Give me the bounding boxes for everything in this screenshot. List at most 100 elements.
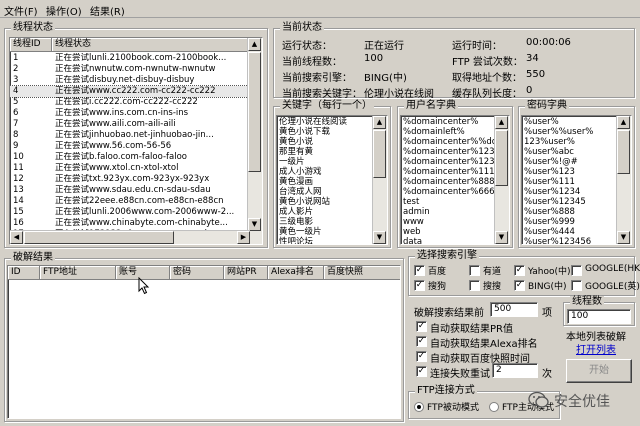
scroll-down-icon[interactable]: ▼ (495, 231, 508, 244)
thread-id-cell: 6 (13, 108, 19, 118)
engine-checkbox[interactable] (571, 265, 582, 276)
wechat-icon (528, 391, 549, 408)
thread-list-hscroll[interactable]: ◀ ▶ (10, 230, 250, 244)
engine-checkbox[interactable]: ✓ (514, 280, 525, 291)
thread-status-cell: 正在尝试lunli.2100book.com-2100book... (55, 53, 227, 63)
crack-results-group: 破解结果 ID FTP地址 账号 密码 网站PR Alexa排名 百度快照 (4, 252, 404, 422)
thread-row[interactable]: 10 正在尝试b.faloo.com-faloo-faloo (10, 152, 250, 163)
result-col-header[interactable]: 百度快照 (324, 266, 400, 280)
thread-row[interactable]: 16 正在尝试www.chinabyte.com-chinabyte... (10, 218, 250, 229)
passwords-vscroll[interactable]: ▲ ▼ (616, 116, 631, 244)
thread-row[interactable]: 1 正在尝试lunli.2100book.com-2100book... (10, 53, 250, 64)
scroll-left-icon[interactable]: ◀ (10, 231, 23, 244)
scroll-down-icon[interactable]: ▼ (617, 231, 630, 244)
usernames-group: 用户名字典 %domaincenter% %domainleft% %domainc… (397, 100, 513, 248)
thread-row[interactable]: 2 正在尝试nwnutw.com-nwnutw-nwnutw (10, 64, 250, 75)
thread-row[interactable]: 3 正在尝试disbuy.net-disbuy-disbuy (10, 75, 250, 86)
thread-list-vscroll[interactable]: ▲ ▼ (247, 38, 262, 244)
thread-row[interactable]: 11 正在尝试www.xtol.cn-xtol-xtol (10, 163, 250, 174)
opt-pr-checkbox[interactable]: ✓ (416, 321, 427, 332)
open-list-link[interactable]: 打开列表 (576, 341, 616, 356)
menu-file[interactable]: 文件(F) (4, 3, 38, 18)
crack-count-input[interactable]: 500 (490, 302, 538, 317)
opt-retry-label: 连接失败重试 (430, 369, 490, 380)
thread-row[interactable]: 7 正在尝试www.aili.com-aili-aili (10, 119, 250, 130)
start-button[interactable]: 开始 (566, 359, 632, 383)
ftp-tries-value: 34 (526, 53, 539, 64)
thread-status-title: 线程状态 (11, 22, 55, 34)
ftp-passive-radio[interactable] (414, 402, 424, 412)
retry-count-input[interactable]: 2 (492, 363, 538, 378)
scroll-right-icon[interactable]: ▶ (237, 231, 250, 244)
thread-id-cell: 16 (13, 218, 24, 228)
thread-status-cell: 正在尝试www.aili.com-aili-aili (55, 119, 176, 129)
thread-id-cell: 4 (13, 86, 19, 96)
scroll-thumb[interactable] (248, 52, 261, 172)
menu-operate[interactable]: 操作(O) (46, 3, 82, 18)
usernames-title: 用户名字典 (404, 100, 458, 112)
engine-checkbox[interactable]: ✓ (414, 280, 425, 291)
col-thread-status[interactable]: 线程状态 (52, 38, 250, 52)
engine-checkbox[interactable] (571, 280, 582, 291)
ftp-active-radio[interactable] (489, 402, 499, 412)
engine-value: BING(中) (364, 73, 407, 84)
thread-row[interactable]: 6 正在尝试www.ins.com.cn-ins-ins (10, 108, 250, 119)
thread-row[interactable]: 9 正在尝试www.56.com-56-56 (10, 141, 250, 152)
thread-row[interactable]: 13 正在尝试www.sdau.edu.cn-sdau-sdau (10, 185, 250, 196)
scroll-up-icon[interactable]: ▲ (495, 116, 508, 129)
thread-row[interactable]: 14 正在尝试22eee.e88cn.com-e88cn-e88cn (10, 196, 250, 207)
opt-alexa-label: 自动获取结果Alexa排名 (430, 339, 538, 350)
thread-row[interactable]: 12 正在尝试txt.923yx.com-923yx-923yx (10, 174, 250, 185)
thread-row[interactable]: 8 正在尝试jinhuobao.net-jinhuobao-jin... (10, 130, 250, 141)
usernames-vscroll[interactable]: ▲ ▼ (494, 116, 509, 244)
keywords-textarea[interactable]: 伦理小说在线阅读 黄色小说下载 黄色小说 那里有黄 一级片 成人小游戏 黄色漫画 台湾成人网黄… (276, 115, 388, 245)
opt-baidu-checkbox[interactable]: ✓ (416, 351, 427, 362)
opt-retry-checkbox[interactable]: ✓ (416, 366, 427, 377)
engine-label: 百度 (428, 267, 447, 277)
scroll-down-icon[interactable]: ▼ (373, 231, 386, 244)
thread-row[interactable]: 4 正在尝试www.cc222.com-cc222-cc222 (10, 85, 250, 98)
result-col-header[interactable]: ID (8, 266, 40, 280)
thread-id-cell: 11 (13, 163, 24, 173)
scroll-thumb[interactable] (373, 130, 386, 178)
result-col-header[interactable]: Alexa排名 (268, 266, 324, 280)
result-col-header[interactable]: 密码 (170, 266, 224, 280)
crack-results-table[interactable]: ID FTP地址 账号 密码 网站PR Alexa排名 百度快照 (7, 265, 401, 419)
engine-checkbox[interactable] (469, 265, 480, 276)
hscroll-thumb[interactable] (24, 231, 174, 244)
engine-title: 选择搜索引擎 (415, 250, 479, 262)
opt-alexa-checkbox[interactable]: ✓ (416, 336, 427, 347)
thread-row[interactable]: 15 正在尝试lunli.2006www.com-2006www-2... (10, 207, 250, 218)
col-thread-id[interactable]: 线程ID (10, 38, 52, 52)
result-col-header[interactable]: FTP地址 (40, 266, 116, 280)
menu-result[interactable]: 结果(R) (90, 3, 125, 18)
engine-checkbox[interactable]: ✓ (514, 265, 525, 276)
thread-status-cell: 正在尝试www.cc222.com-cc222-cc222 (55, 86, 216, 96)
thread-row[interactable]: 5 正在尝试i.cc222.com-cc222-cc222 (10, 97, 250, 108)
mouse-cursor-icon (138, 277, 150, 295)
passwords-textarea[interactable]: %user% %user%%user% 123%user% %user%abc %use… (521, 115, 632, 245)
engine-group: 选择搜索引擎 ✓ 百度 有道 ✓ Yahoo(中) GOOGLE(HK) ✓ 搜狗 搜搜 ✓ BIN… (408, 250, 640, 296)
engine-checkbox[interactable]: ✓ (414, 265, 425, 276)
thread-id-cell: 15 (13, 207, 24, 217)
result-col-header[interactable]: 网站PR (224, 266, 268, 280)
scroll-up-icon[interactable]: ▲ (248, 38, 261, 51)
keywords-group: 关键字（每行一个） 伦理小说在线阅读 黄色小说下载 黄色小说 那里有黄 一级片 成人小游戏… (273, 100, 391, 248)
scroll-thumb[interactable] (617, 130, 630, 174)
thread-count-input[interactable]: 100 (567, 309, 631, 324)
usernames-textarea[interactable]: %domaincenter% %domainleft% %domaincenter%… (400, 115, 510, 245)
engine-label: GOOGLE(英) (585, 282, 640, 292)
username-line: data (403, 237, 423, 245)
thread-status-cell: 正在尝试b.faloo.com-faloo-faloo (55, 152, 187, 162)
current-status-title: 当前状态 (280, 22, 324, 34)
thread-status-cell: 正在尝试www.sdau.edu.cn-sdau-sdau (55, 185, 211, 195)
scroll-up-icon[interactable]: ▲ (373, 116, 386, 129)
scroll-thumb[interactable] (495, 130, 508, 186)
passwords-title: 密码字典 (525, 100, 569, 112)
crack-prefix-label: 破解搜索结果前 (414, 308, 484, 319)
keywords-vscroll[interactable]: ▲ ▼ (372, 116, 387, 244)
scroll-up-icon[interactable]: ▲ (617, 116, 630, 129)
thread-status-list[interactable]: 线程ID 线程状态 1 正在尝试lunli.2100book.com-2100bo… (9, 37, 263, 245)
engine-checkbox[interactable] (469, 280, 480, 291)
thread-status-cell: 正在尝试disbuy.net-disbuy-disbuy (55, 75, 195, 85)
